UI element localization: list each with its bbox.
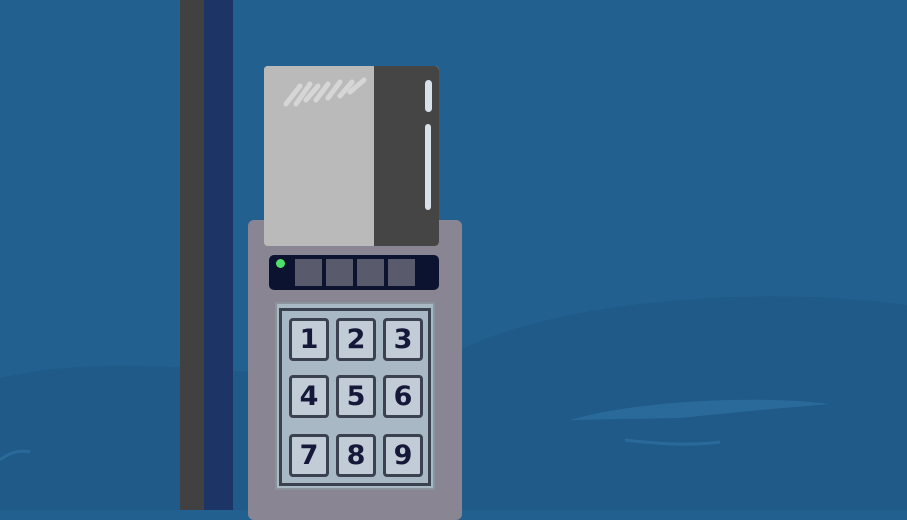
key-9-button[interactable]: 9 (383, 434, 423, 477)
key-5-button[interactable]: 5 (336, 375, 376, 418)
card-reader-slot[interactable] (264, 66, 439, 246)
key-6-button[interactable]: 6 (383, 375, 423, 418)
key-4-button[interactable]: 4 (289, 375, 329, 418)
code-digit-slot (295, 259, 322, 286)
card-reflection (425, 124, 431, 210)
status-led-icon (276, 259, 285, 268)
key-1-button[interactable]: 1 (289, 318, 329, 361)
card-reflection (425, 80, 432, 112)
code-digit-slot (326, 259, 353, 286)
key-8-button[interactable]: 8 (336, 434, 376, 477)
key-3-button[interactable]: 3 (383, 318, 423, 361)
key-7-button[interactable]: 7 (289, 434, 329, 477)
key-2-button[interactable]: 2 (336, 318, 376, 361)
code-digit-slot (357, 259, 384, 286)
code-digit-slot (388, 259, 415, 286)
pole-shadow (204, 0, 233, 510)
glass-glare (283, 77, 367, 107)
pole (180, 0, 204, 510)
